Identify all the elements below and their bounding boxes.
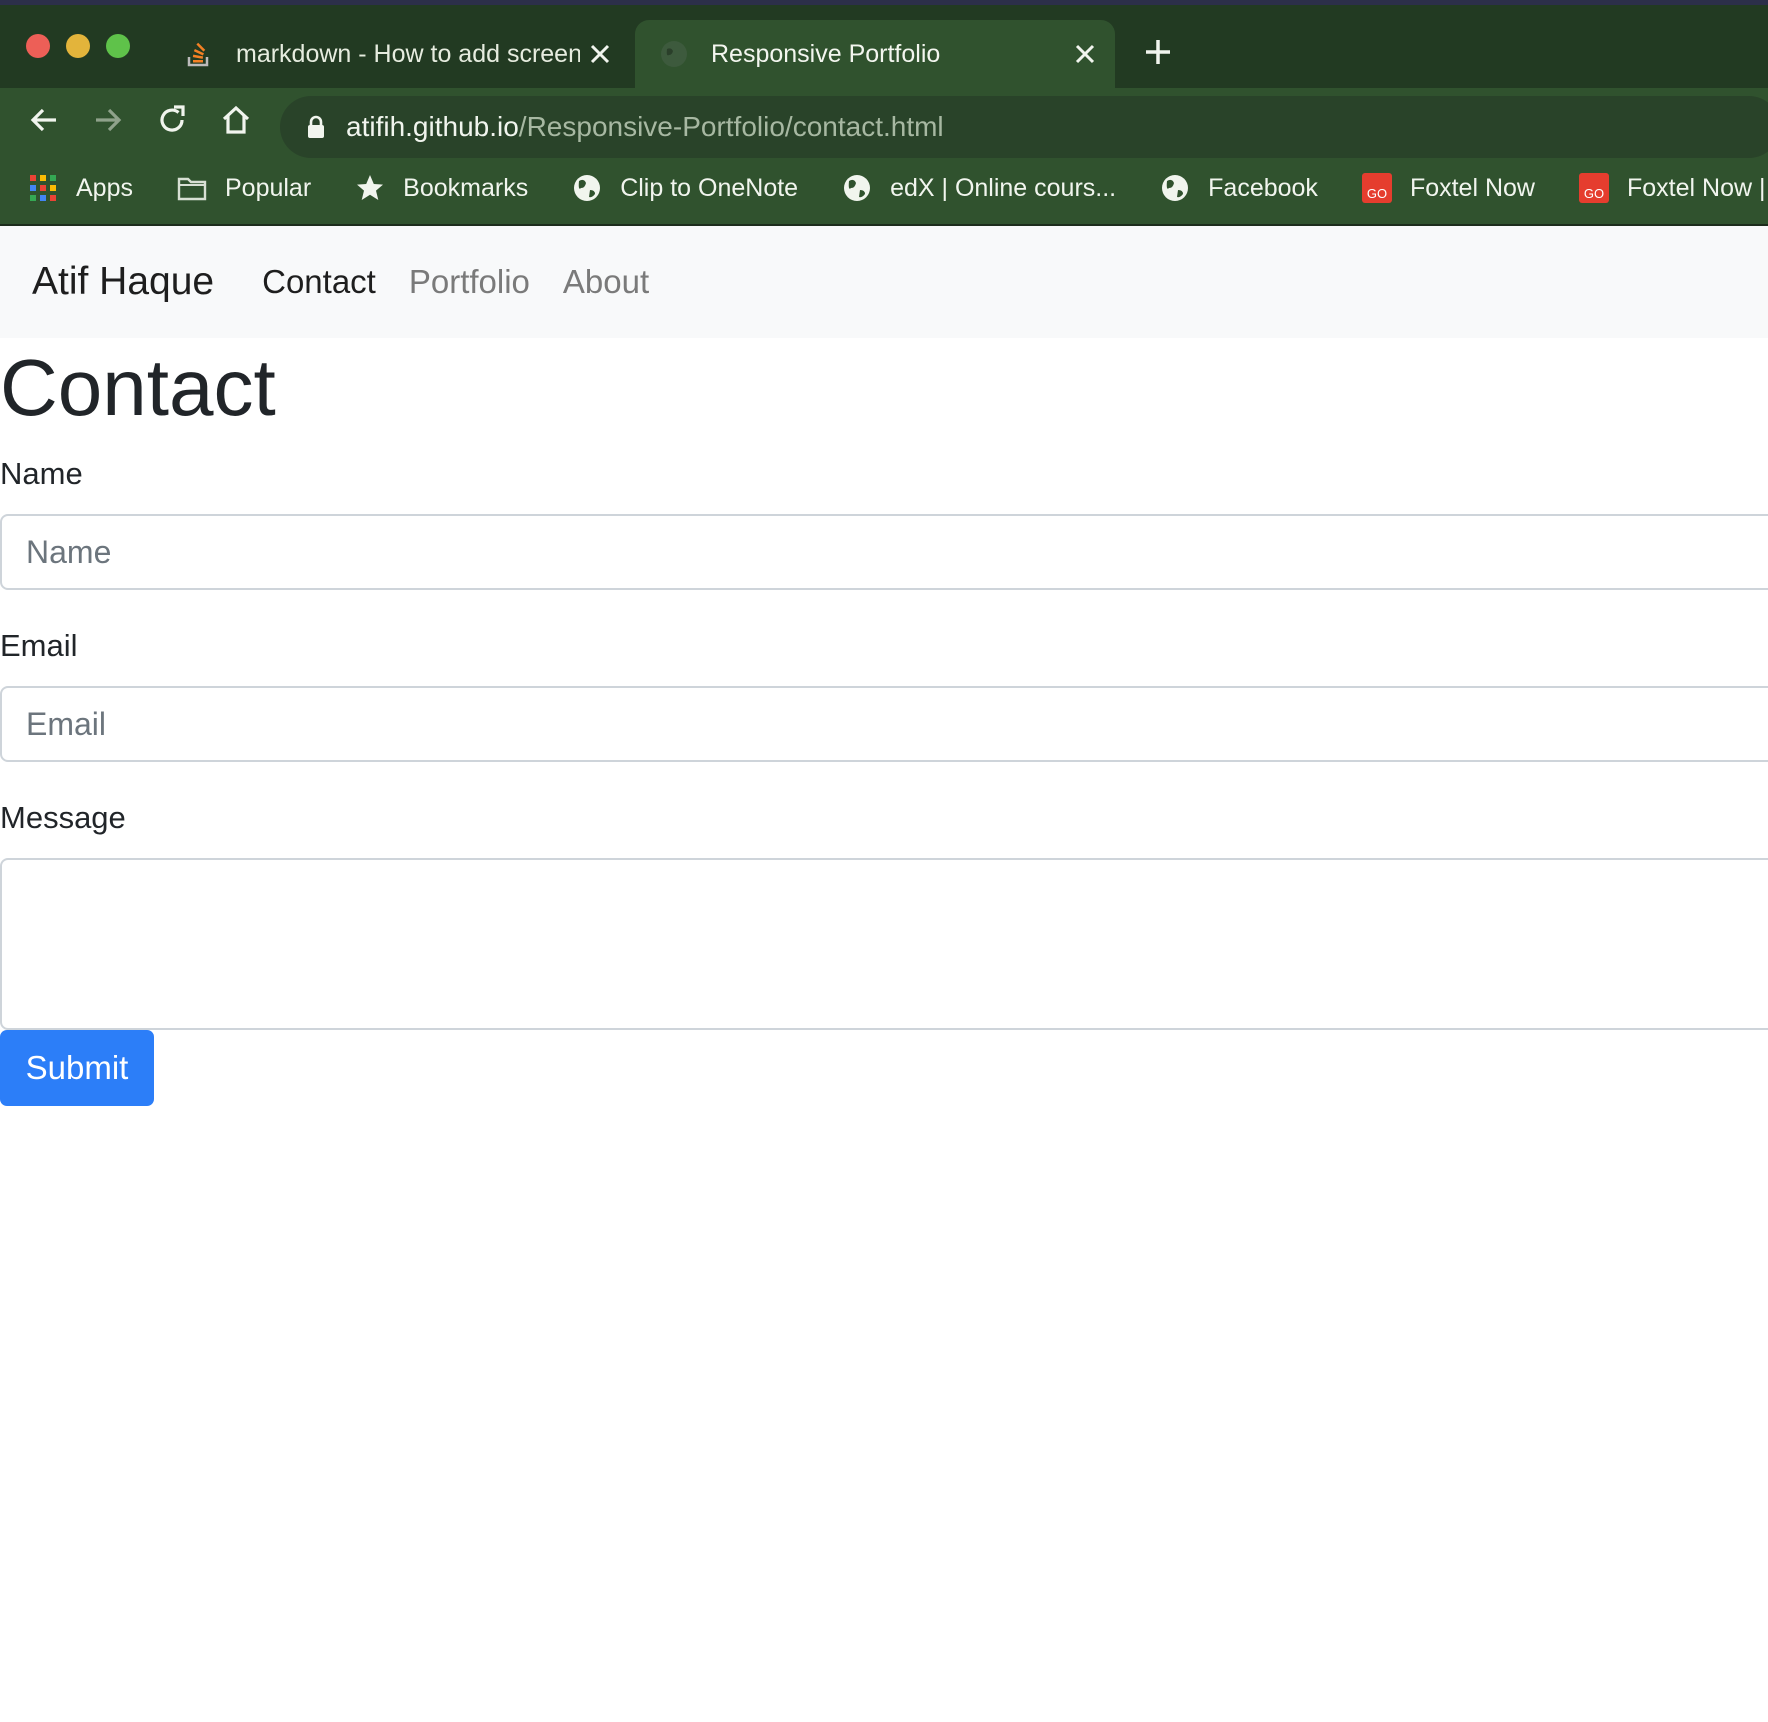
tab-title: Responsive Portfolio: [711, 39, 941, 68]
close-icon[interactable]: [1065, 34, 1105, 74]
bookmark-facebook[interactable]: Facebook: [1132, 164, 1334, 212]
bookmark-label: edX | Online cours...: [890, 173, 1117, 202]
home-icon: [222, 105, 250, 134]
window-minimize-button[interactable]: [66, 34, 90, 58]
address-bar[interactable]: atifih.github.io/Responsive-Portfolio/co…: [280, 96, 1768, 158]
browser-chrome: markdown - How to add screen Responsive …: [0, 0, 1768, 226]
bookmark-clip-to-onenote[interactable]: Clip to OneNote: [544, 164, 814, 212]
bookmark-label: Popular: [224, 173, 312, 202]
folder-icon: [177, 177, 207, 201]
forward-button[interactable]: [88, 100, 128, 140]
star-icon: [357, 175, 384, 200]
url-text: atifih.github.io/Responsive-Portfolio/co…: [346, 111, 944, 143]
name-input[interactable]: [0, 514, 1768, 590]
arrow-right-icon: [96, 108, 122, 132]
foxtel-go-icon: GO: [1578, 173, 1609, 203]
bookmark-label: Foxtel Now | Login: [1626, 173, 1768, 202]
back-button[interactable]: [24, 100, 64, 140]
bookmark-apps[interactable]: Apps: [0, 164, 149, 212]
foxtel-go-icon: GO: [1361, 173, 1392, 203]
bookmark-label: Bookmarks: [403, 173, 529, 202]
message-textarea[interactable]: [0, 858, 1768, 1030]
nav-link-contact[interactable]: Contact: [262, 263, 376, 301]
new-tab-button[interactable]: [1140, 34, 1176, 70]
bookmark-label: Clip to OneNote: [620, 173, 799, 202]
navbar-brand[interactable]: Atif Haque: [32, 260, 214, 304]
window-maximize-button[interactable]: [106, 34, 130, 58]
svg-text:GO: GO: [1367, 186, 1387, 201]
reload-button[interactable]: [152, 100, 192, 140]
globe-icon: [574, 175, 601, 201]
bookmark-edx[interactable]: edX | Online cours...: [814, 164, 1132, 212]
globe-icon: [661, 41, 687, 67]
url-path: /Responsive-Portfolio/contact.html: [518, 111, 944, 142]
stackoverflow-icon: [187, 42, 209, 67]
submit-button[interactable]: Submit: [0, 1030, 154, 1106]
bookmark-bookmarks[interactable]: Bookmarks: [327, 164, 544, 212]
lock-icon: [308, 115, 324, 138]
page-title: Contact: [0, 343, 276, 432]
bookmark-popular[interactable]: Popular: [149, 164, 327, 212]
plus-icon: [1146, 40, 1170, 64]
apps-grid-icon: [30, 175, 56, 201]
bookmark-foxtel-now[interactable]: GO Foxtel Now: [1334, 164, 1551, 212]
bookmarks-bar: Apps Popular Bookmarks Clip to OneNote e…: [0, 158, 1768, 218]
svg-text:GO: GO: [1584, 186, 1604, 201]
arrow-left-icon: [30, 108, 56, 132]
globe-icon: [844, 175, 871, 201]
nav-link-about[interactable]: About: [563, 263, 649, 301]
name-label: Name: [0, 456, 83, 491]
bookmark-foxtel-now-login[interactable]: GO Foxtel Now | Login: [1551, 164, 1768, 212]
globe-icon: [1162, 175, 1189, 201]
url-host: atifih.github.io: [346, 111, 519, 142]
email-label: Email: [0, 628, 78, 663]
site-navbar: Atif Haque Contact Portfolio About: [0, 226, 1768, 338]
home-button[interactable]: [216, 100, 256, 140]
bookmark-label: Apps: [76, 173, 133, 202]
tab-stackoverflow[interactable]: markdown - How to add screen: [170, 20, 630, 88]
reload-icon: [160, 105, 185, 132]
message-label: Message: [0, 800, 126, 835]
tab-title: markdown - How to add screen: [236, 39, 580, 68]
close-icon[interactable]: [580, 34, 620, 74]
window-close-button[interactable]: [26, 34, 50, 58]
bookmark-label: Foxtel Now: [1409, 173, 1535, 202]
email-input[interactable]: [0, 686, 1768, 762]
bookmark-label: Facebook: [1208, 173, 1318, 202]
nav-link-portfolio[interactable]: Portfolio: [409, 263, 530, 301]
tab-responsive-portfolio[interactable]: Responsive Portfolio: [635, 20, 1115, 88]
browser-toolbar: atifih.github.io/Responsive-Portfolio/co…: [0, 88, 1768, 158]
